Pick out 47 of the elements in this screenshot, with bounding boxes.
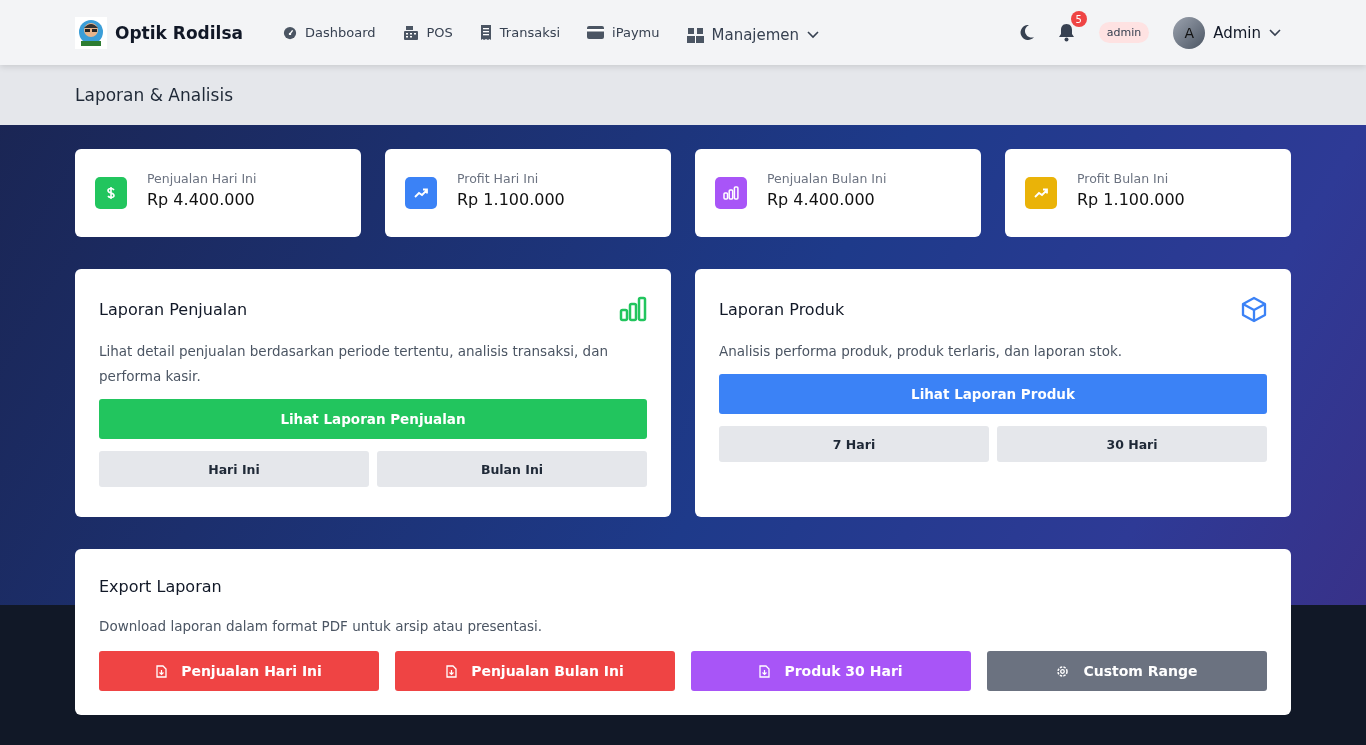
logo-icon: [75, 16, 107, 49]
stat-label: Penjualan Hari Ini: [147, 171, 257, 186]
nav-link[interactable]: Transaksi: [479, 25, 561, 40]
stat-value: Rp 1.100.000: [457, 190, 565, 209]
page-title: Laporan & Analisis: [75, 85, 234, 105]
cash-register-icon: [402, 25, 419, 40]
period-button[interactable]: Bulan Ini: [377, 451, 647, 487]
gauge-icon: [283, 25, 297, 40]
receipt-icon: [479, 25, 492, 40]
file-download-icon: [156, 664, 168, 678]
period-button[interactable]: Hari Ini: [99, 451, 369, 487]
card-description: Analisis performa produk, produk terlaris, dan laporan stok.: [719, 342, 1124, 361]
nav-link[interactable]: Dashboard: [283, 25, 376, 40]
primary-button[interactable]: Lihat Laporan Produk: [719, 374, 1267, 414]
card-description: Download laporan dalam format PDF untuk arsip atau presentasi.: [99, 617, 544, 636]
file-download-icon: [759, 664, 771, 678]
stat-label: Profit Bulan Ini: [1077, 171, 1170, 186]
role-badge: admin: [1098, 22, 1150, 43]
export-button[interactable]: Penjualan Bulan Ini: [395, 651, 675, 691]
brand-name[interactable]: Optik Rodilsa: [115, 22, 243, 43]
card-title: Laporan Produk: [719, 299, 845, 319]
stat-label: Profit Hari Ini: [457, 171, 540, 186]
export-button[interactable]: Penjualan Hari Ini: [99, 651, 379, 691]
nav-link[interactable]: iPaymu: [587, 25, 660, 40]
stat-value: Rp 4.400.000: [767, 190, 876, 209]
export-button[interactable]: Produk 30 Hari: [691, 651, 971, 691]
nav-link[interactable]: POS: [402, 25, 453, 40]
stat-value: Rp 1.100.000: [1077, 190, 1185, 209]
avatar: A: [1173, 16, 1206, 49]
card-description: Lihat detail penjualan berdasarkan periode tertentu, analisis transaksi, dan performa kasir.: [99, 342, 609, 386]
boxes-icon: [686, 26, 704, 43]
export-button[interactable]: Custom Range: [987, 651, 1267, 691]
card-title: Laporan Penjualan: [99, 299, 248, 319]
nav-link[interactable]: Manajemen: [686, 25, 820, 44]
gear-icon: [1056, 664, 1070, 678]
file-download-icon: [446, 664, 458, 678]
bell-icon[interactable]: [1057, 23, 1075, 42]
period-button[interactable]: 7 Hari: [719, 426, 989, 462]
stat-value: Rp 4.400.000: [147, 190, 256, 209]
user-menu[interactable]: A Admin: [1173, 16, 1281, 49]
period-button[interactable]: 30 Hari: [997, 426, 1267, 462]
stat-label: Penjualan Bulan Ini: [767, 171, 887, 186]
chevron-down-icon: [1269, 28, 1281, 37]
card-title: Export Laporan: [99, 577, 223, 596]
notification-count: 5: [1070, 11, 1087, 27]
credit-card-icon: [587, 26, 605, 39]
moon-icon[interactable]: [1019, 25, 1034, 40]
